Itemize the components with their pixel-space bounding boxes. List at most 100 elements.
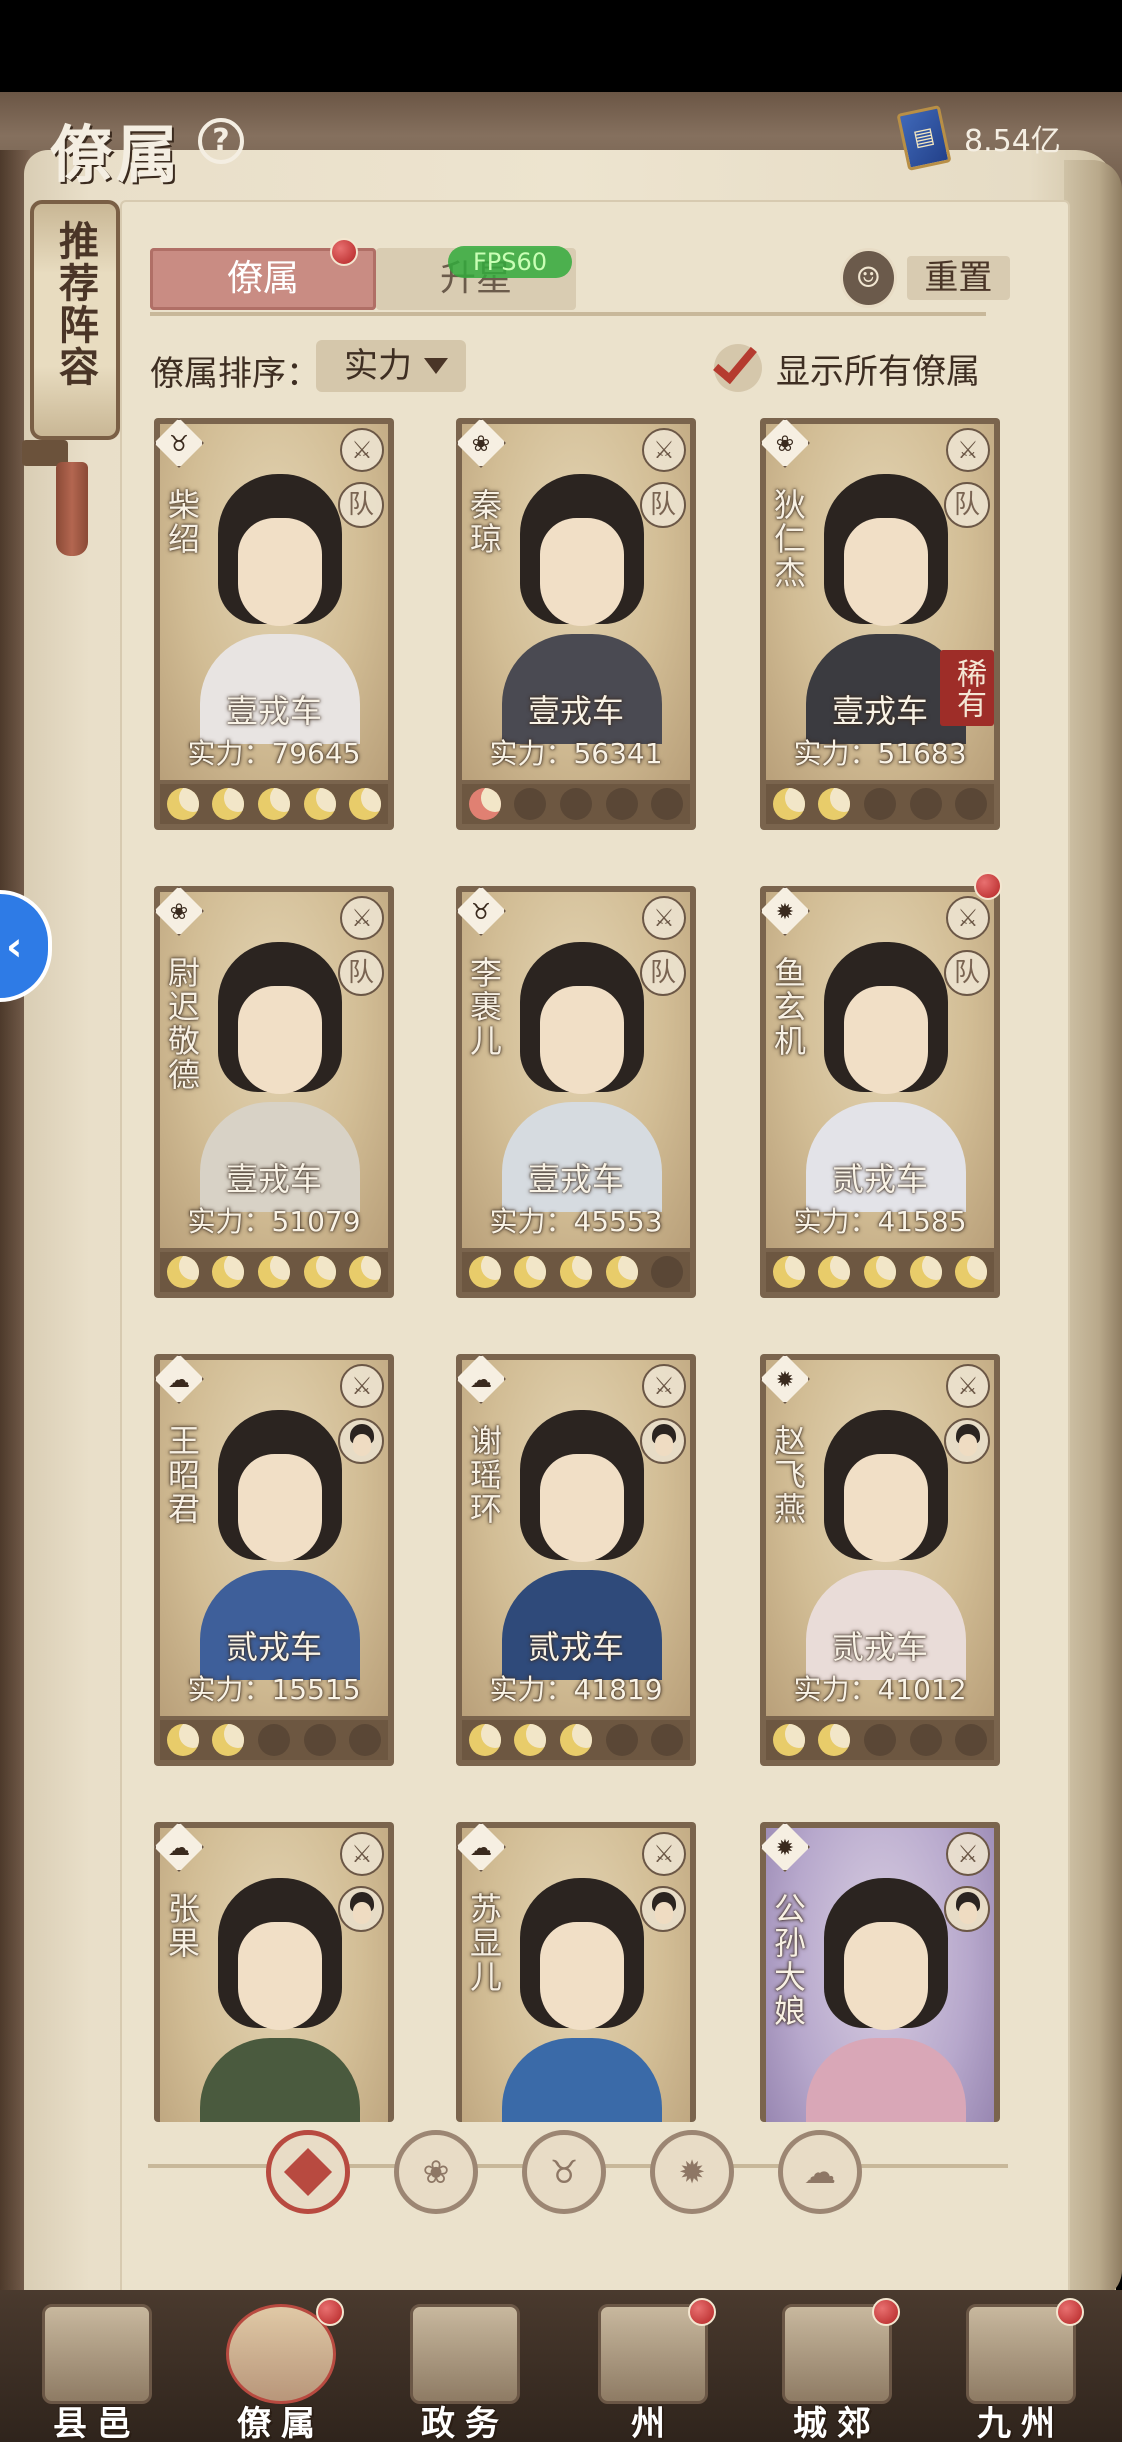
equipment-slot-icon[interactable]: ⚔ [642,1364,686,1408]
rank-label: 壹戎车 [527,1160,624,1198]
moon-star-icon [863,788,896,820]
subordinate-card[interactable]: ❀ ⚔ 队秦琼 壹戎车 实力：56341 [456,418,696,830]
moon-star-icon [909,788,942,820]
character-portrait [200,932,360,1212]
show-all-checkbox[interactable] [713,337,762,392]
banner-text: 推荐阵容 [52,220,99,388]
subordinate-card[interactable]: ☁ ⚔ 张果 [154,1822,394,2122]
moon-star-icon [818,1256,851,1288]
power-value: 实力：41819 [489,1673,663,1706]
reset-button[interactable]: ☺ 重置 [840,248,1010,308]
nav-label: 九州 [977,2404,1065,2442]
moon-star-icon [772,1724,805,1756]
recommended-lineup-banner[interactable]: 推荐阵容 [30,200,120,440]
star-moon-row [766,1252,994,1292]
subordinate-card[interactable]: ☁ ⚔ 苏显儿 [456,1822,696,2122]
moon-star-icon [349,788,382,820]
moon-star-icon [166,1724,199,1756]
subordinate-card[interactable]: ✹ ⚔ 公孙大娘 [760,1822,1000,2122]
power-value: 实力：79645 [187,737,361,770]
nav-building-icon [410,2304,520,2404]
team-badge: 队 [944,482,990,528]
power-value: 实力：56341 [489,737,663,770]
subordinate-card[interactable]: ♉ ⚔ 队李裹儿 壹戎车 实力：45553 [456,886,696,1298]
moon-star-icon [651,1724,684,1756]
moon-star-icon [468,788,501,820]
currency-display[interactable]: ▤ 8.54亿 [896,105,1102,171]
subordinate-name: 苏显儿 [465,1892,503,1994]
nav-label: 僚属 [237,2404,325,2442]
nav-label: 县邑 [53,2404,141,2442]
portrait-face [540,1922,624,2030]
moon-star-icon [559,1724,592,1756]
lotus-filter-icon[interactable]: ❀ [394,2130,478,2214]
subordinate-card[interactable]: ✹ ⚔ 队鱼玄机 贰戎车 实力：41585 [760,886,1000,1298]
equipment-slot-icon[interactable]: ⚔ [642,428,686,472]
subordinate-name: 狄仁杰 [769,488,807,590]
equipment-slot-icon[interactable]: ⚔ [946,1364,990,1408]
star-moon-row [462,1720,690,1760]
subordinate-card[interactable]: ✹ ⚔ 赵飞燕 贰戎车 实力：41012 [760,1354,1000,1766]
subordinate-card[interactable]: ♉ ⚔ 队柴绍 壹戎车 实力：79645 [154,418,394,830]
ox-filter-icon[interactable]: ♉ [522,2130,606,2214]
portrait-face [540,1454,624,1562]
subordinate-card[interactable]: ☁ ⚔ 王昭君 贰戎车 实力：15515 [154,1354,394,1766]
team-badge: 队 [944,950,990,996]
game-screen: 僚属 ? ▤ 8.54亿 推荐阵容 僚属 升星 FPS60 ☺ 重置 僚属排序：… [0,0,1122,2442]
all-filter-icon[interactable] [266,2130,350,2214]
moon-star-icon [651,788,684,820]
nav-item-2[interactable]: 政务 [390,2296,540,2442]
moon-star-icon [955,788,988,820]
moon-star-icon [166,1256,199,1288]
assistant-icon: ‹ [6,924,23,970]
reset-label: 重置 [906,256,1010,300]
moon-star-icon [257,788,290,820]
equipment-slot-icon[interactable]: ⚔ [642,1832,686,1876]
moon-star-icon [772,788,805,820]
equipment-slot-icon[interactable]: ⚔ [340,428,384,472]
subordinate-name: 鱼玄机 [769,956,807,1058]
moon-star-icon [772,1256,805,1288]
moon-star-icon [955,1256,988,1288]
moon-star-icon [863,1724,896,1756]
rank-label: 贰戎车 [831,1160,928,1198]
moon-star-icon [212,1724,245,1756]
subordinate-name: 赵飞燕 [769,1424,807,1526]
equipment-slot-icon[interactable]: ⚔ [946,1832,990,1876]
banner-tassel [56,462,88,556]
moon-star-icon [166,788,199,820]
nav-notification-dot [1056,2298,1084,2326]
team-badge: 队 [338,482,384,528]
companion-avatar-icon [338,1886,384,1932]
help-icon[interactable]: ? [198,118,244,164]
cloud-filter-icon[interactable]: ☁ [778,2130,862,2214]
moon-star-icon [818,788,851,820]
page-title: 僚属 [50,118,183,191]
dropdown-arrow-icon [424,358,448,374]
power-value: 实力：51079 [187,1205,361,1238]
equipment-slot-icon[interactable]: ⚔ [946,896,990,940]
equipment-slot-icon[interactable]: ⚔ [642,896,686,940]
moon-star-icon [605,788,638,820]
power-value: 实力：41585 [793,1205,967,1238]
subordinate-name: 秦琼 [465,488,503,556]
subordinate-card[interactable]: ☁ ⚔ 谢瑶环 贰戎车 实力：41819 [456,1354,696,1766]
equipment-slot-icon[interactable]: ⚔ [946,428,990,472]
portrait-face [844,986,928,1094]
subordinate-card[interactable]: ❀ ⚔ 队尉迟敬德 壹戎车 实力：51079 [154,886,394,1298]
subordinate-name: 张果 [163,1892,201,1960]
nav-item-0[interactable]: 县邑 [22,2296,172,2442]
star-moon-row [766,784,994,824]
star-moon-row [160,784,388,824]
equipment-slot-icon[interactable]: ⚔ [340,896,384,940]
equipment-slot-icon[interactable]: ⚔ [340,1832,384,1876]
currency-value: 8.54亿 [964,124,1061,159]
sort-dropdown[interactable]: 实力 [316,340,466,392]
subordinate-card[interactable]: ❀ ⚔ 队狄仁杰 稀有 壹戎车 实力：51683 [760,418,1000,830]
fan-filter-icon[interactable]: ✹ [650,2130,734,2214]
moon-star-icon [514,1256,547,1288]
portrait-face [540,518,624,626]
show-all-toggle[interactable]: 显示所有僚属 [713,337,980,396]
equipment-slot-icon[interactable]: ⚔ [340,1364,384,1408]
rank-label: 贰戎车 [527,1628,624,1666]
